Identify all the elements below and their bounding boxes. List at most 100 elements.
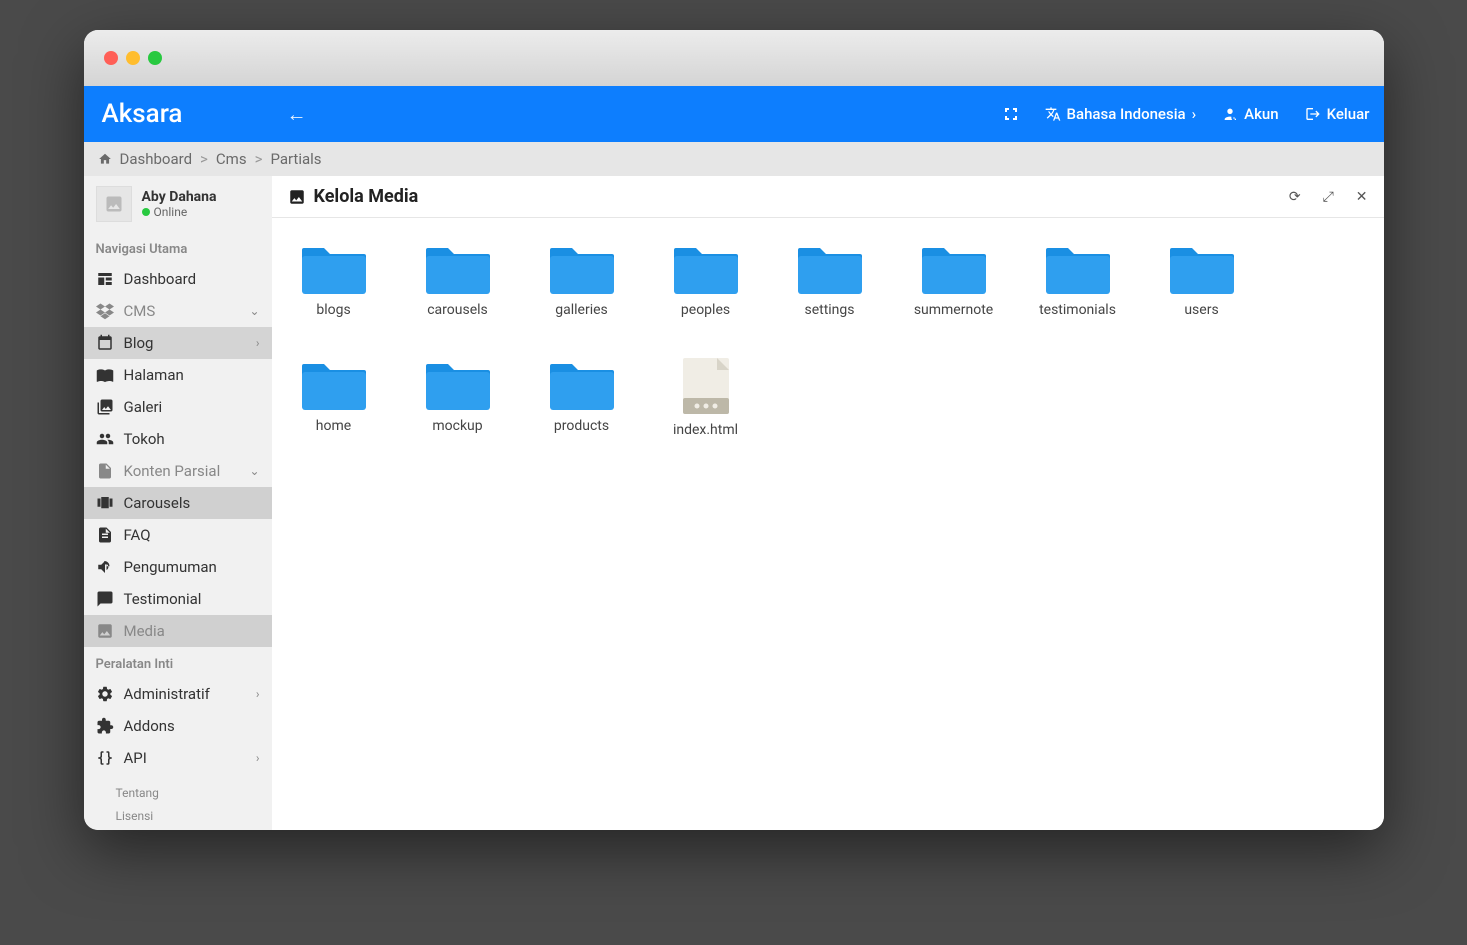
language-label: Bahasa Indonesia	[1067, 105, 1186, 123]
body: Aby Dahana Online Navigasi Utama Dashboa…	[84, 176, 1384, 830]
user-status: Online	[142, 205, 217, 219]
sidebar-label: Tokoh	[124, 430, 165, 448]
home-icon	[98, 152, 112, 166]
folder-icon	[674, 242, 738, 294]
footer-version: AKSARA 4.1.164-0.4	[116, 828, 272, 830]
item-label: blogs	[316, 302, 350, 318]
item-label: summernote	[914, 302, 993, 318]
gears-icon	[96, 685, 114, 703]
sidebar-item-api[interactable]: API ›	[84, 742, 272, 774]
item-label: mockup	[432, 418, 482, 434]
sidebar-label: Media	[124, 622, 165, 640]
sidebar-item-konten-parsial[interactable]: Konten Parsial ⌄	[84, 455, 272, 487]
image-icon	[288, 188, 306, 206]
file-icon	[683, 358, 729, 414]
footer-link-tentang[interactable]: Tentang	[116, 782, 272, 805]
window-maximize-dot[interactable]	[148, 51, 162, 65]
sidebar-item-pengumuman[interactable]: Pengumuman	[84, 551, 272, 583]
account-menu[interactable]: Akun	[1222, 105, 1278, 123]
logout-button[interactable]: Keluar	[1305, 105, 1370, 123]
item-label: carousels	[427, 302, 488, 318]
nav-header-main: Navigasi Utama	[84, 232, 272, 263]
sidebar-label: Addons	[124, 717, 175, 735]
item-label: galleries	[555, 302, 608, 318]
user-block[interactable]: Aby Dahana Online	[84, 176, 272, 232]
brand[interactable]: Aksara	[98, 99, 187, 129]
user-cog-icon	[1222, 106, 1238, 122]
main-header: Kelola Media ⟳ ⤢ ✕	[272, 176, 1384, 218]
sidebar-label: Testimonial	[124, 590, 202, 608]
folder-item[interactable]: peoples	[668, 242, 744, 318]
sidebar-item-dashboard[interactable]: Dashboard	[84, 263, 272, 295]
user-name: Aby Dahana	[142, 189, 217, 205]
close-icon[interactable]: ✕	[1356, 189, 1368, 205]
sidebar-label: FAQ	[124, 526, 151, 544]
folder-item[interactable]: testimonials	[1040, 242, 1116, 318]
folder-icon	[302, 358, 366, 410]
file-item[interactable]: index.html	[668, 358, 744, 438]
breadcrumb: Dashboard > Cms > Partials	[84, 142, 1384, 176]
breadcrumb-item-0[interactable]: Dashboard	[120, 150, 193, 168]
item-label: products	[554, 418, 609, 434]
puzzle-icon	[96, 717, 114, 735]
folder-item[interactable]: mockup	[420, 358, 496, 438]
folder-item[interactable]: blogs	[296, 242, 372, 318]
refresh-icon[interactable]: ⟳	[1289, 189, 1301, 205]
footer-link-lisensi[interactable]: Lisensi	[116, 805, 272, 828]
main-actions: ⟳ ⤢ ✕	[1289, 189, 1368, 205]
sidebar-item-cms[interactable]: CMS ⌄	[84, 295, 272, 327]
sidebar-item-addons[interactable]: Addons	[84, 710, 272, 742]
sidebar-footer: Tentang Lisensi AKSARA 4.1.164-0.4	[84, 774, 272, 830]
back-arrow-icon[interactable]: ←	[286, 102, 306, 127]
sidebar: Aby Dahana Online Navigasi Utama Dashboa…	[84, 176, 272, 830]
sidebar-label: Galeri	[124, 398, 163, 416]
chevron-right-icon: ›	[1192, 105, 1197, 123]
item-label: home	[316, 418, 351, 434]
sidebar-item-administratif[interactable]: Administratif ›	[84, 678, 272, 710]
folder-icon	[922, 242, 986, 294]
sidebar-item-faq[interactable]: FAQ	[84, 519, 272, 551]
window-minimize-dot[interactable]	[126, 51, 140, 65]
window-close-dot[interactable]	[104, 51, 118, 65]
topbar-right: Bahasa Indonesia › Akun Keluar	[1003, 105, 1370, 123]
account-label: Akun	[1244, 105, 1278, 123]
item-label: settings	[804, 302, 854, 318]
folder-item[interactable]: products	[544, 358, 620, 438]
breadcrumb-item-2[interactable]: Partials	[270, 150, 321, 168]
sidebar-item-testimonial[interactable]: Testimonial	[84, 583, 272, 615]
language-switcher[interactable]: Bahasa Indonesia ›	[1045, 105, 1197, 123]
chevron-right-icon: ›	[256, 751, 260, 765]
logout-label: Keluar	[1327, 105, 1370, 123]
folder-icon	[550, 242, 614, 294]
sidebar-label: Pengumuman	[124, 558, 217, 576]
sidebar-item-carousels[interactable]: Carousels	[84, 487, 272, 519]
sidebar-item-media[interactable]: Media	[84, 615, 272, 647]
sidebar-label: Konten Parsial	[124, 462, 221, 480]
sidebar-label: Carousels	[124, 494, 191, 512]
item-label: peoples	[681, 302, 730, 318]
breadcrumb-sep: >	[200, 150, 208, 168]
nav-header-tools: Peralatan Inti	[84, 647, 272, 678]
fullscreen-icon	[1003, 106, 1019, 122]
folder-item[interactable]: summernote	[916, 242, 992, 318]
folder-item[interactable]: users	[1164, 242, 1240, 318]
sidebar-item-galeri[interactable]: Galeri	[84, 391, 272, 423]
sidebar-item-halaman[interactable]: Halaman	[84, 359, 272, 391]
expand-icon[interactable]: ⤢	[1323, 189, 1334, 205]
file-grid: blogs carousels galleries peoples settings su…	[272, 218, 1384, 462]
folder-item[interactable]: carousels	[420, 242, 496, 318]
sidebar-item-blog[interactable]: Blog ›	[84, 327, 272, 359]
breadcrumb-item-1[interactable]: Cms	[216, 150, 247, 168]
sidebar-label: Dashboard	[124, 270, 197, 288]
folder-item[interactable]: settings	[792, 242, 868, 318]
page-title: Kelola Media	[288, 186, 419, 207]
folder-item[interactable]: home	[296, 358, 372, 438]
sidebar-item-tokoh[interactable]: Tokoh	[84, 423, 272, 455]
sidebar-label: Blog	[124, 334, 154, 352]
fullscreen-toggle[interactable]	[1003, 106, 1019, 122]
app-window: Aksara ← Bahasa Indonesia › Akun Keluar …	[84, 30, 1384, 830]
sidebar-label: Halaman	[124, 366, 184, 384]
folder-item[interactable]: galleries	[544, 242, 620, 318]
item-label: users	[1184, 302, 1218, 318]
avatar	[96, 186, 132, 222]
